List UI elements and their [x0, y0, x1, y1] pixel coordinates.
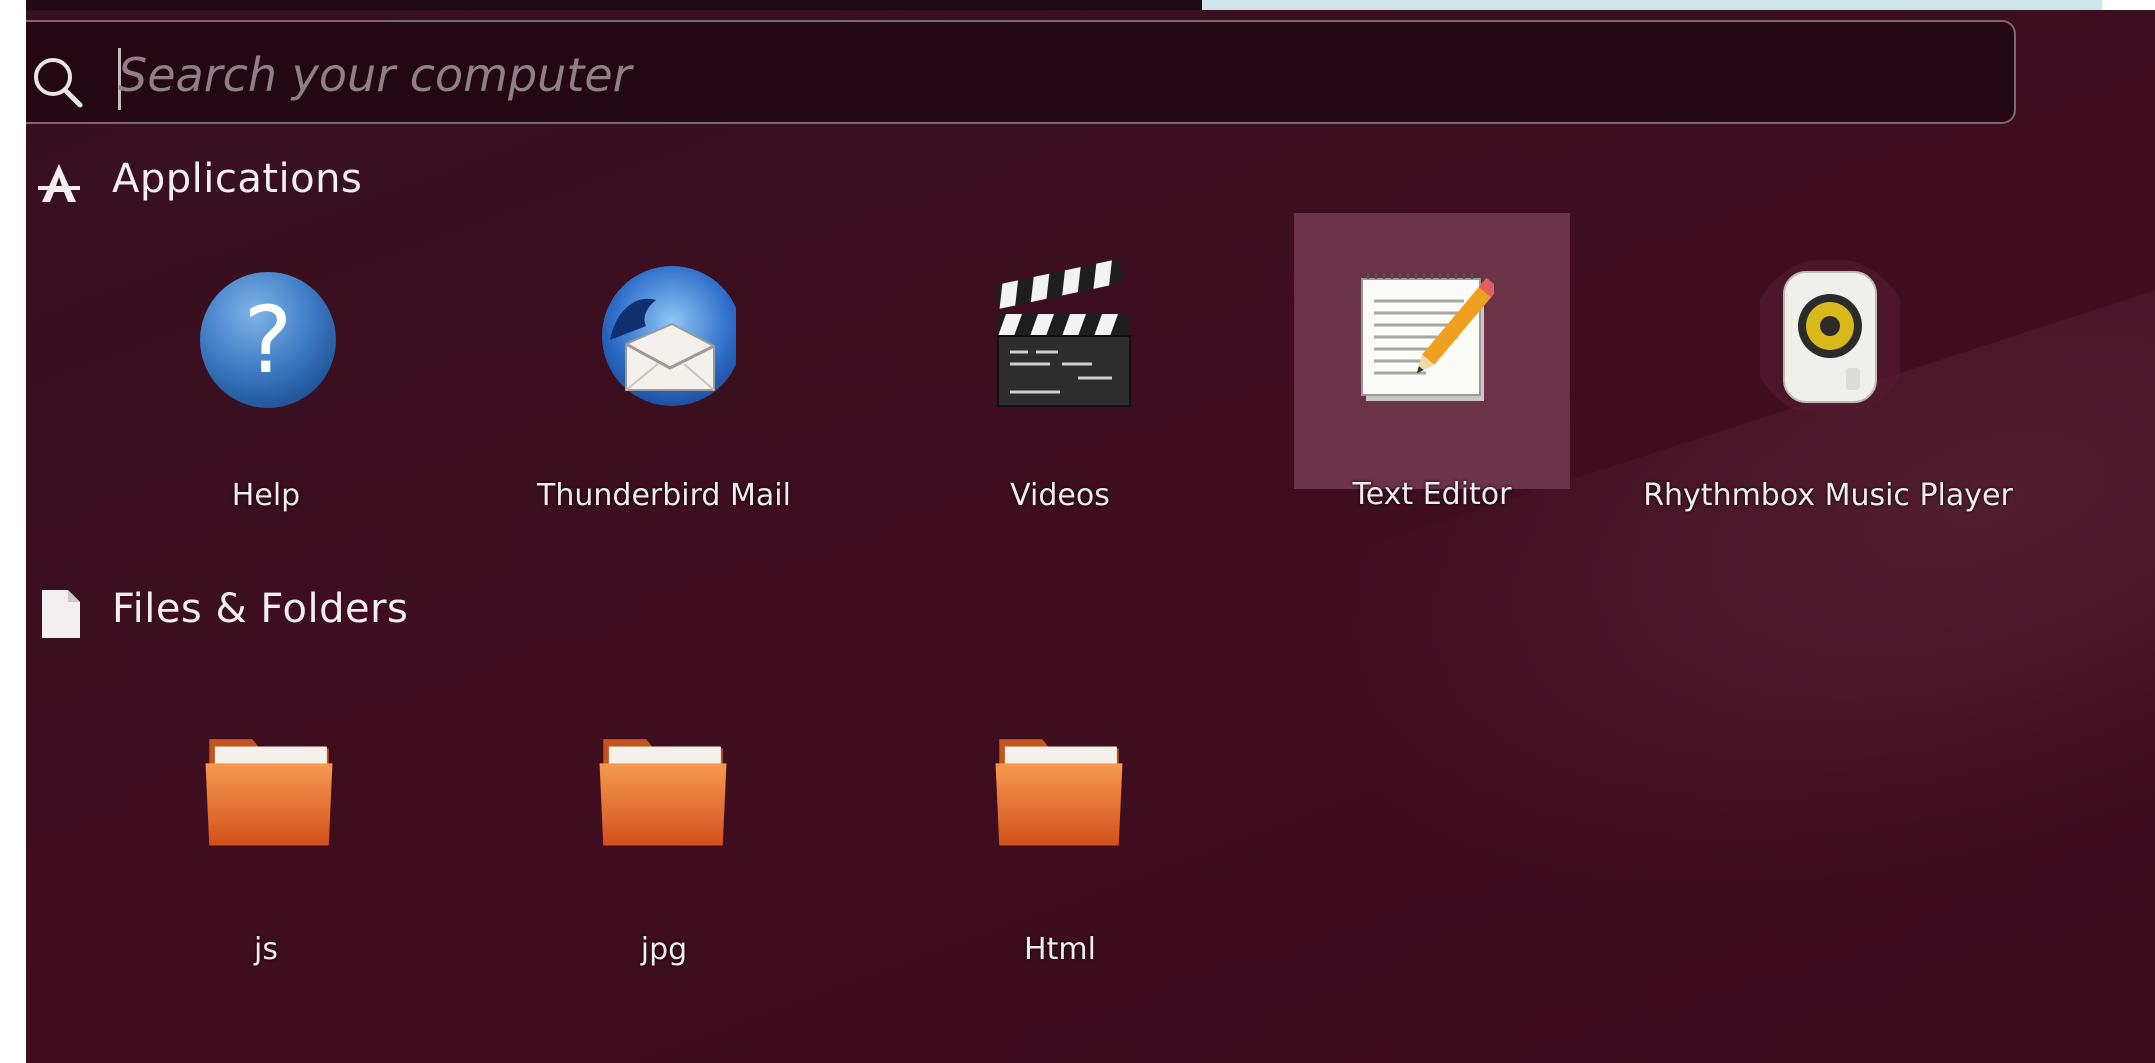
top-edge-light: [1202, 0, 2102, 10]
screen: Applications ? Help: [0, 0, 2155, 1063]
app-tile-thunderbird[interactable]: Thunderbird Mail: [526, 214, 802, 514]
file-icon: [42, 590, 80, 638]
app-label: Thunderbird Mail: [537, 478, 791, 513]
app-label: Rhythmbox Music Player: [1643, 478, 2013, 513]
clapperboard-icon: [994, 260, 1131, 407]
folder-tile-jpg[interactable]: jpg: [526, 662, 802, 967]
app-tile-rhythmbox[interactable]: Rhythmbox Music Player: [1643, 214, 2013, 514]
app-label: Videos: [1010, 478, 1110, 513]
speaker-icon: [1760, 260, 1900, 410]
folder-label: js: [254, 932, 278, 967]
folder-icon: [599, 739, 727, 846]
folder-icon: [205, 739, 333, 846]
thunderbird-icon: [602, 266, 736, 406]
top-edge-dark: [26, 0, 1202, 10]
app-label: Text Editor: [1352, 477, 1512, 512]
search-input[interactable]: [118, 40, 1968, 110]
folder-label: Html: [1024, 932, 1096, 967]
help-icon: ?: [200, 272, 336, 408]
folder-tile-html[interactable]: Html: [922, 662, 1198, 967]
svg-text:?: ?: [244, 287, 293, 394]
applications-title: Applications: [112, 156, 363, 202]
folder-tile-js[interactable]: js: [128, 662, 404, 967]
applications-icon: [38, 164, 80, 202]
app-tile-text-editor[interactable]: Text Editor: [1294, 213, 1570, 513]
top-edge: [0, 0, 2155, 10]
app-tile-videos[interactable]: Videos: [922, 214, 1198, 514]
app-label: Help: [231, 478, 301, 513]
folder-label: jpg: [640, 932, 688, 967]
text-editor-icon: [1361, 273, 1494, 401]
search-bar[interactable]: [26, 20, 2016, 124]
search-icon: [34, 58, 83, 108]
dash-panel: Applications ? Help: [26, 10, 2155, 1063]
files-folders-title: Files & Folders: [112, 586, 409, 632]
folder-icon: [995, 739, 1123, 846]
app-tile-help[interactable]: ? Help: [128, 214, 404, 514]
